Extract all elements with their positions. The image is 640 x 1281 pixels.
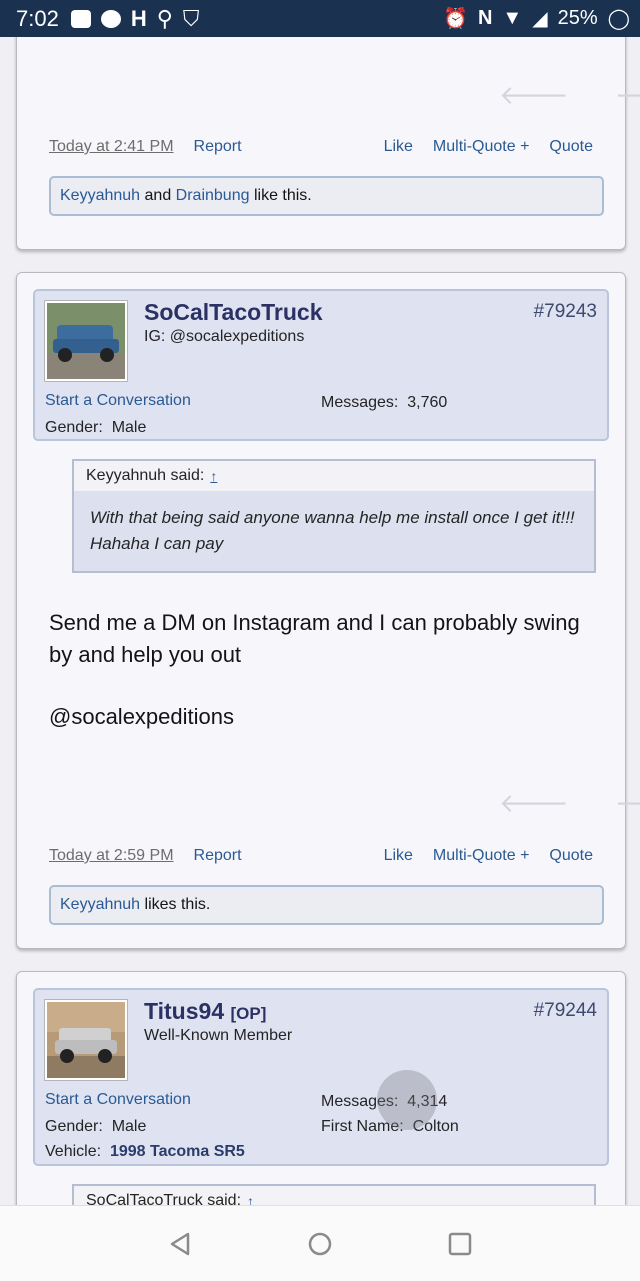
- report-link[interactable]: Report: [194, 138, 242, 156]
- gender-value: Male: [111, 419, 147, 436]
- avatar[interactable]: [45, 301, 127, 381]
- post-nav-arrows: 🡐 🡒: [499, 80, 640, 111]
- recents-square-icon: [448, 1232, 472, 1255]
- post-date[interactable]: Today at 2:59 PM: [49, 847, 174, 865]
- gender-field: Gender: Male: [45, 1118, 146, 1136]
- post-number-link[interactable]: #79244: [534, 1000, 597, 1022]
- likes-summary: Keyyahnuh and Drainbung like this.: [49, 176, 604, 216]
- app-notification-icon: [100, 9, 121, 28]
- quote-author: SoCalTacoTruck said:: [86, 1192, 242, 1205]
- nfc-icon: N: [477, 7, 493, 29]
- post-body: Send me a DM on Instagram and I can prob…: [49, 607, 609, 733]
- vehicle-field: Vehicle: 1998 Tacoma SR5: [45, 1143, 245, 1161]
- quote-jump-link[interactable]: ↑: [210, 468, 217, 484]
- back-triangle-icon: [170, 1232, 190, 1255]
- quote-block: Keyyahnuh said: ↑ With that being said a…: [72, 459, 596, 573]
- prev-post-arrow-icon[interactable]: 🡐: [499, 80, 569, 111]
- gender-value: Male: [111, 1118, 147, 1135]
- multi-quote-link[interactable]: Multi-Quote +: [433, 138, 529, 156]
- post-nav-arrows: 🡐 🡒: [499, 788, 640, 819]
- gender-label: Gender:: [45, 1118, 103, 1135]
- like-link[interactable]: Like: [384, 138, 413, 156]
- likes-summary: Keyyahnuh likes this.: [49, 885, 604, 925]
- messages-label: Messages:: [321, 394, 399, 411]
- user-title: IG: @socalexpeditions: [144, 328, 305, 345]
- signal-icon: ◢: [532, 8, 548, 30]
- report-link[interactable]: Report: [194, 847, 242, 865]
- quote-author: Keyyahnuh said:: [86, 467, 205, 484]
- post-body-line: Send me a DM on Instagram and I can prob…: [49, 610, 580, 667]
- start-conversation-link[interactable]: Start a Conversation: [45, 392, 191, 410]
- post-meta: Today at 2:59 PM Report Like Multi-Quote…: [49, 847, 593, 865]
- quote-header: SoCalTacoTruck said: ↑: [74, 1186, 594, 1205]
- post-meta: Today at 2:41 PM Report Like Multi-Quote…: [49, 138, 593, 156]
- h-app-icon: H: [130, 5, 147, 31]
- user-title: Well-Known Member: [144, 1027, 293, 1044]
- gender-label: Gender:: [45, 419, 103, 436]
- like-user-link[interactable]: Keyyahnuh: [60, 896, 140, 914]
- post-body-line: @socalexpeditions: [49, 704, 234, 729]
- post-card: 🡐 🡒 Today at 2:41 PM Report Like Multi-Q…: [16, 37, 640, 250]
- gender-field: Gender: Male: [45, 419, 146, 437]
- post-card: SoCalTacoTruck IG: @socalexpeditions #79…: [16, 272, 640, 949]
- likes-and: and: [144, 187, 172, 204]
- alarm-icon: ⏰: [443, 8, 468, 30]
- start-conversation-link[interactable]: Start a Conversation: [45, 1091, 191, 1109]
- location-icon: ⚲: [156, 5, 173, 31]
- avatar[interactable]: [45, 1000, 127, 1080]
- next-post-arrow-icon[interactable]: 🡒: [615, 788, 640, 819]
- user-info-box: Titus94 [OP] Well-Known Member #79244 St…: [33, 988, 609, 1166]
- post-number-link[interactable]: #79243: [534, 301, 597, 323]
- status-bar: 7:02 H ⚲ ⛉ ⏰ N ▼ ◢ 25% ◯: [0, 0, 640, 37]
- home-circle-icon: [308, 1232, 332, 1255]
- recents-button[interactable]: [440, 1224, 480, 1264]
- post-date[interactable]: Today at 2:41 PM: [49, 138, 174, 156]
- messages-value: 3,760: [407, 394, 448, 411]
- likes-suffix: likes this.: [144, 896, 211, 913]
- system-nav-bar: [0, 1205, 640, 1281]
- username-link: Titus94 [OP]: [144, 998, 266, 1025]
- username-link-text[interactable]: Titus94: [144, 998, 224, 1024]
- vehicle-value: 1998 Tacoma SR5: [109, 1143, 245, 1160]
- touch-indicator: [377, 1070, 437, 1130]
- messages-stat: Messages: 3,760: [321, 394, 447, 412]
- quote-text: With that being said anyone wanna help m…: [90, 508, 575, 553]
- post-card: Titus94 [OP] Well-Known Member #79244 St…: [16, 971, 626, 1205]
- quote-jump-link[interactable]: ↑: [247, 1193, 254, 1205]
- home-button[interactable]: [300, 1224, 340, 1264]
- prev-post-arrow-icon[interactable]: 🡐: [499, 788, 569, 819]
- shield-icon: ⛉: [182, 5, 200, 31]
- quote-block: SoCalTacoTruck said: ↑: [72, 1184, 596, 1205]
- user-info-box: SoCalTacoTruck IG: @socalexpeditions #79…: [33, 289, 609, 441]
- status-time: 7:02: [16, 5, 59, 31]
- like-link[interactable]: Like: [384, 847, 413, 865]
- wifi-icon: ▼: [502, 7, 523, 29]
- like-user-link[interactable]: Drainbung: [176, 187, 250, 205]
- thread-page: 🡐 🡒 Today at 2:41 PM Report Like Multi-Q…: [0, 37, 640, 1205]
- likes-suffix: like this.: [253, 187, 312, 204]
- next-post-arrow-icon[interactable]: 🡒: [615, 80, 640, 111]
- news-notification-icon: [70, 9, 91, 28]
- battery-icon: ◯: [607, 8, 630, 30]
- multi-quote-link[interactable]: Multi-Quote +: [433, 847, 529, 865]
- op-badge: [OP]: [230, 1004, 267, 1023]
- username-link[interactable]: SoCalTacoTruck: [144, 299, 323, 326]
- quote-header: Keyyahnuh said: ↑: [74, 461, 594, 491]
- back-button[interactable]: [160, 1224, 200, 1264]
- quote-link[interactable]: Quote: [549, 847, 593, 865]
- quote-link[interactable]: Quote: [549, 138, 593, 156]
- vehicle-label: Vehicle:: [45, 1143, 102, 1160]
- like-user-link[interactable]: Keyyahnuh: [60, 187, 140, 205]
- battery-text: 25%: [557, 7, 598, 29]
